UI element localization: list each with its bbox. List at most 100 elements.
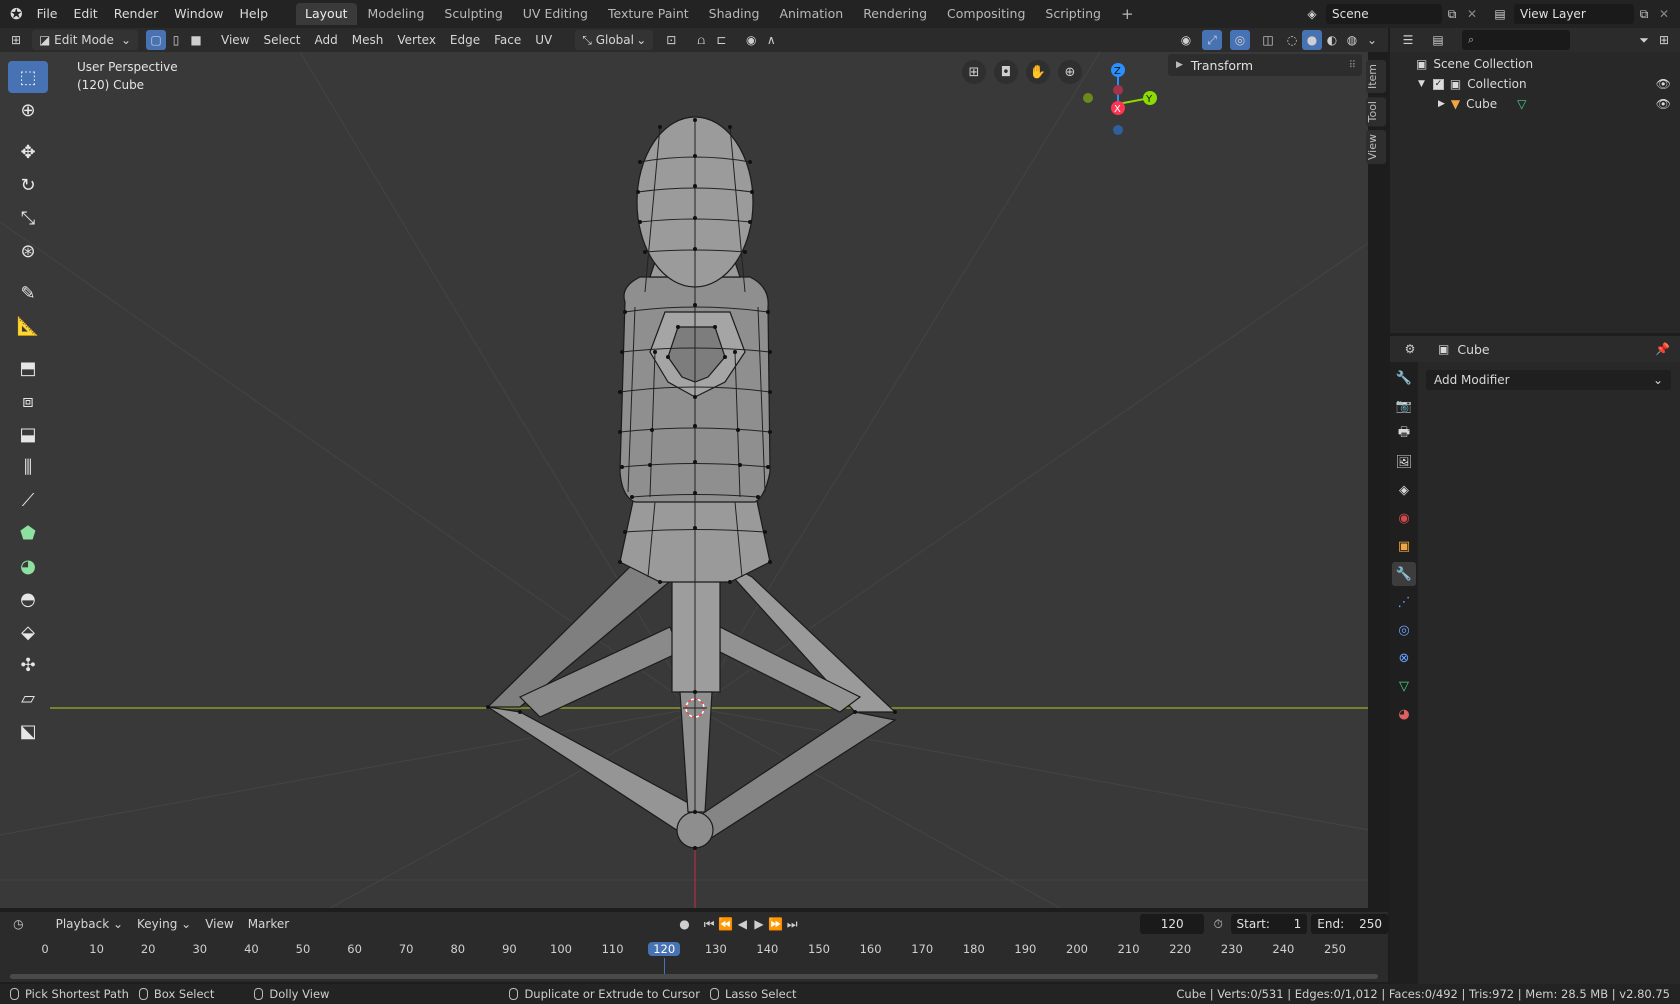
world-properties-icon[interactable]: ◉ bbox=[1392, 506, 1416, 530]
playhead[interactable] bbox=[664, 958, 666, 974]
move-tool-icon[interactable]: ✥ bbox=[8, 136, 48, 168]
eye-icon[interactable]: 👁 bbox=[1656, 74, 1671, 94]
scene-properties-icon[interactable]: ◈ bbox=[1392, 478, 1416, 502]
menu-file[interactable]: File bbox=[29, 0, 66, 28]
shrink-fatten-tool-icon[interactable]: ✣ bbox=[8, 649, 48, 681]
tab-sculpting[interactable]: Sculpting bbox=[435, 3, 511, 25]
render-properties-icon[interactable]: 📷 bbox=[1392, 394, 1416, 418]
snap-target-icon[interactable]: ⊏ bbox=[711, 30, 731, 50]
knife-tool-icon[interactable]: ⟋ bbox=[8, 484, 48, 516]
drag-handle-icon[interactable]: ⠿ bbox=[1349, 60, 1356, 71]
timeline-scrollbar[interactable] bbox=[10, 974, 1378, 979]
play-icon[interactable]: ▶ bbox=[751, 914, 768, 934]
smooth-tool-icon[interactable]: ◓ bbox=[8, 583, 48, 615]
rip-tool-icon[interactable]: ⬕ bbox=[8, 715, 48, 747]
expand-cube-icon[interactable]: ▶ bbox=[1438, 94, 1445, 114]
material-shading-icon[interactable]: ◐ bbox=[1322, 30, 1342, 50]
edge-select-icon[interactable]: ▯ bbox=[166, 30, 186, 50]
play-reverse-icon[interactable]: ◀ bbox=[734, 914, 751, 934]
inset-tool-icon[interactable]: ⧈ bbox=[8, 385, 48, 417]
gizmo-toggle-icon[interactable]: ⤢ bbox=[1202, 30, 1222, 50]
menu-help[interactable]: Help bbox=[232, 0, 277, 28]
tab-compositing[interactable]: Compositing bbox=[938, 3, 1034, 25]
menu-mesh[interactable]: Mesh bbox=[345, 30, 391, 50]
add-workspace-button[interactable]: + bbox=[1112, 3, 1143, 25]
mesh-data-icon[interactable]: ▽ bbox=[1517, 94, 1526, 114]
extrude-tool-icon[interactable]: ⬒ bbox=[8, 352, 48, 384]
new-scene-icon[interactable]: ⧉ bbox=[1442, 4, 1462, 24]
particles-properties-icon[interactable]: ⋰ bbox=[1392, 590, 1416, 614]
poly-build-tool-icon[interactable]: ⬟ bbox=[8, 517, 48, 549]
delete-view-layer-icon[interactable]: ✕ bbox=[1654, 4, 1674, 24]
menu-vertex[interactable]: Vertex bbox=[390, 30, 443, 50]
select-box-tool-icon[interactable]: ⬚ bbox=[8, 61, 48, 93]
timeline-area[interactable]: 0 10 20 30 40 50 60 70 80 90 100 110 120 130 140 150 160… bbox=[0, 936, 1388, 982]
physics-properties-icon[interactable]: ◎ bbox=[1392, 618, 1416, 642]
outliner-search-input[interactable]: ⌕ bbox=[1462, 30, 1570, 50]
menu-window[interactable]: Window bbox=[166, 0, 231, 28]
tab-shading[interactable]: Shading bbox=[700, 3, 769, 25]
menu-keying[interactable]: Keying ⌄ bbox=[130, 914, 198, 934]
new-collection-icon[interactable]: ⊞ bbox=[1654, 30, 1674, 50]
scale-tool-icon[interactable]: ⤡ bbox=[8, 202, 48, 234]
menu-view[interactable]: View bbox=[214, 30, 256, 50]
vertex-select-icon[interactable]: ▢ bbox=[146, 30, 166, 50]
cursor-tool-icon[interactable]: ⊕ bbox=[8, 94, 48, 126]
blender-logo-icon[interactable]: ✪ bbox=[0, 0, 29, 28]
jump-keyframe-back-icon[interactable]: ⏪ bbox=[717, 914, 734, 934]
constraints-properties-icon[interactable]: ⊗ bbox=[1392, 646, 1416, 670]
bevel-tool-icon[interactable]: ⬓ bbox=[8, 418, 48, 450]
3d-viewport[interactable]: User Perspective (120) Cube ⊞ ◘ ✋ ⊕ Z Y … bbox=[0, 52, 1368, 908]
jump-keyframe-forward-icon[interactable]: ⏩ bbox=[767, 914, 784, 934]
visibility-icon[interactable]: ◉ bbox=[1176, 30, 1196, 50]
view-layer-properties-icon[interactable]: 🖼 bbox=[1392, 450, 1416, 474]
expand-collection-icon[interactable]: ▼ bbox=[1418, 74, 1425, 94]
start-frame-field[interactable]: Start: 1 bbox=[1230, 914, 1308, 934]
view-layer-browse-icon[interactable]: ▤ bbox=[1490, 4, 1510, 24]
measure-tool-icon[interactable]: 📐 bbox=[8, 310, 48, 342]
loop-cut-tool-icon[interactable]: ⫼ bbox=[8, 451, 48, 483]
camera-view-icon[interactable]: ◘ bbox=[994, 60, 1018, 84]
annotate-tool-icon[interactable]: ✎ bbox=[8, 277, 48, 309]
tab-rendering[interactable]: Rendering bbox=[854, 3, 936, 25]
new-view-layer-icon[interactable]: ⧉ bbox=[1634, 4, 1654, 24]
tab-scripting[interactable]: Scripting bbox=[1036, 3, 1110, 25]
navigation-gizmo[interactable]: Z Y X bbox=[1070, 58, 1180, 148]
preview-range-icon[interactable]: ⏱ bbox=[1210, 914, 1227, 934]
material-properties-icon[interactable]: ◕ bbox=[1392, 702, 1416, 726]
menu-timeline-view[interactable]: View bbox=[198, 914, 240, 934]
outliner-row-cube[interactable]: ▶ ▼ Cube ▽ 👁 bbox=[1400, 94, 1675, 114]
rotate-tool-icon[interactable]: ↻ bbox=[8, 169, 48, 201]
sidebar-tab-item[interactable]: Item bbox=[1366, 60, 1386, 94]
transform-panel-header[interactable]: ▶ Transform ⠿ bbox=[1168, 54, 1362, 76]
proportional-edit-icon[interactable]: ◉ bbox=[741, 30, 761, 50]
object-properties-icon[interactable]: ▣ bbox=[1392, 534, 1416, 558]
scene-name-field[interactable]: Scene bbox=[1326, 4, 1442, 24]
record-icon[interactable]: ● bbox=[676, 914, 693, 934]
tab-uv-editing[interactable]: UV Editing bbox=[514, 3, 597, 25]
snap-icon[interactable]: ⩍ bbox=[691, 30, 711, 50]
delete-scene-icon[interactable]: ✕ bbox=[1462, 4, 1482, 24]
data-properties-icon[interactable]: ▽ bbox=[1392, 674, 1416, 698]
orientation-dropdown[interactable]: ⤡ Global ⌄ bbox=[575, 30, 654, 50]
collection-checkbox[interactable]: ✓ bbox=[1432, 78, 1444, 90]
menu-playback[interactable]: Playback ⌄ bbox=[49, 914, 130, 934]
pivot-point-icon[interactable]: ⊡ bbox=[661, 30, 681, 50]
current-frame-field[interactable]: 120 bbox=[1140, 914, 1204, 934]
tab-animation[interactable]: Animation bbox=[770, 3, 852, 25]
tab-layout[interactable]: Layout bbox=[296, 3, 357, 25]
menu-edge[interactable]: Edge bbox=[443, 30, 487, 50]
timeline-editor-type-icon[interactable]: ◷ bbox=[10, 914, 27, 934]
add-modifier-dropdown[interactable]: Add Modifier ⌄ bbox=[1426, 370, 1671, 390]
menu-uv[interactable]: UV bbox=[528, 30, 559, 50]
display-mode-icon[interactable]: ▤ bbox=[1428, 30, 1448, 50]
face-select-icon[interactable]: ■ bbox=[186, 30, 206, 50]
filter-icon[interactable]: ⏷ bbox=[1634, 30, 1654, 50]
shading-options-icon[interactable]: ⌄ bbox=[1362, 30, 1382, 50]
sidebar-tab-view[interactable]: View bbox=[1366, 130, 1386, 165]
properties-editor-type-icon[interactable]: ⚙ bbox=[1400, 339, 1420, 359]
menu-add[interactable]: Add bbox=[308, 30, 345, 50]
edge-slide-tool-icon[interactable]: ⬙ bbox=[8, 616, 48, 648]
solid-shading-icon[interactable]: ● bbox=[1302, 30, 1322, 50]
menu-select[interactable]: Select bbox=[256, 30, 307, 50]
